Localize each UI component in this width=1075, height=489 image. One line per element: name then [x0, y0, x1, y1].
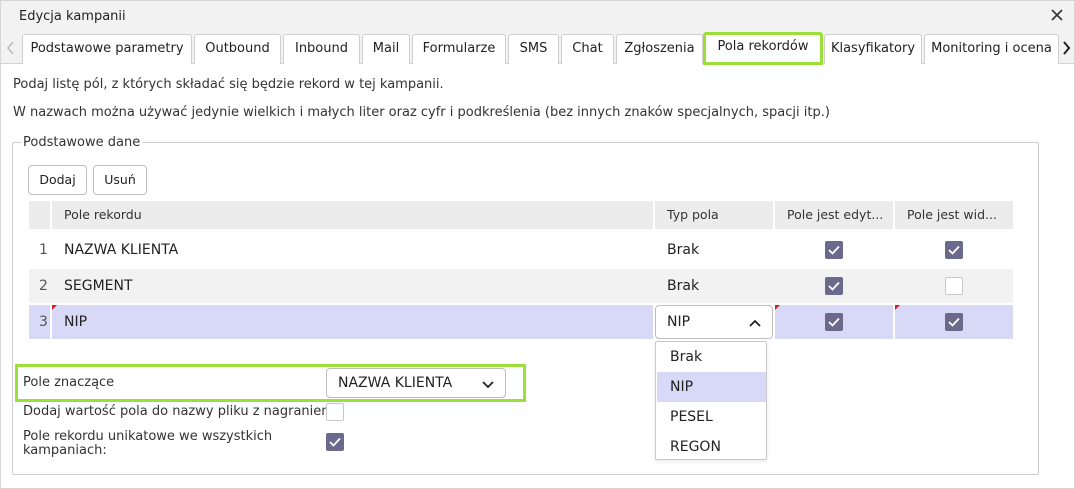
tab-monitoring-i-ocena[interactable]: Monitoring i ocena	[924, 34, 1059, 64]
header-visible[interactable]: Pole jest wid...	[895, 201, 1013, 229]
tab-chat[interactable]: Chat	[561, 34, 614, 64]
unique-field-checkbox[interactable]	[326, 433, 344, 451]
tab-sms[interactable]: SMS	[508, 34, 559, 64]
tab-klasyfikatory[interactable]: Klasyfikatory	[824, 34, 922, 64]
modified-marker-icon	[52, 305, 57, 310]
chevron-up-icon	[749, 319, 761, 327]
tab-mail[interactable]: Mail	[362, 34, 410, 64]
header-field-type[interactable]: Typ pola	[655, 201, 773, 229]
row-field-name[interactable]: NIP	[64, 305, 87, 339]
row-field-name[interactable]: NAZWA KLIENTA	[64, 233, 178, 267]
close-icon[interactable]	[1048, 6, 1066, 24]
row-field-name[interactable]: SEGMENT	[64, 269, 133, 303]
add-button[interactable]: Dodaj	[28, 165, 87, 195]
tab-outbound[interactable]: Outbound	[194, 34, 281, 64]
add-value-label: Dodaj wartość pola do nazwy pliku z nagr…	[23, 404, 339, 419]
editable-checkbox[interactable]	[825, 241, 843, 259]
row-background	[29, 269, 1013, 303]
tab-pola-rekordow[interactable]: Pola rekordów	[703, 32, 823, 65]
header-editable[interactable]: Pole jest edyt...	[775, 201, 893, 229]
significant-field-select[interactable]: NAZWA KLIENTA	[326, 368, 506, 398]
add-value-checkbox[interactable]	[326, 403, 344, 421]
chevron-down-icon	[482, 381, 494, 389]
dialog-title: Edycja kampanii	[19, 9, 126, 24]
modified-marker-icon	[895, 305, 900, 310]
header-record-field[interactable]: Pole rekordu	[52, 201, 653, 229]
dropdown-option-pesel[interactable]: PESEL	[657, 402, 766, 432]
dropdown-option-regon[interactable]: REGON	[657, 432, 766, 462]
modified-marker-icon	[775, 305, 780, 310]
dialog-titlebar: Edycja kampanii	[1, 1, 1074, 33]
visible-checkbox[interactable]	[945, 313, 963, 331]
row-number: 2	[39, 278, 48, 294]
unique-field-label-2: kampaniach:	[23, 443, 107, 458]
field-type-select[interactable]: NIP	[655, 305, 773, 339]
row-number: 3	[39, 314, 48, 330]
row-number: 1	[39, 242, 48, 258]
tab-zgloszenia[interactable]: Zgłoszenia	[616, 34, 703, 64]
remove-button[interactable]: Usuń	[93, 165, 147, 195]
significant-field-value: NAZWA KLIENTA	[338, 375, 453, 391]
chevron-left-icon[interactable]	[4, 37, 18, 59]
significant-field-label: Pole znaczące	[23, 375, 115, 390]
dropdown-option-brak[interactable]: Brak	[657, 342, 766, 372]
header-num	[29, 201, 50, 229]
tab-inbound[interactable]: Inbound	[283, 34, 360, 64]
row-background	[52, 305, 653, 339]
field-type-value: NIP	[667, 314, 691, 330]
row-field-type[interactable]: Brak	[667, 269, 699, 303]
visible-checkbox[interactable]	[945, 277, 963, 295]
intro-text-2: W nazwach można używać jedynie wielkich …	[13, 105, 830, 120]
chevron-right-icon[interactable]	[1059, 37, 1073, 59]
fieldset-legend: Podstawowe dane	[21, 135, 143, 150]
editable-checkbox[interactable]	[825, 313, 843, 331]
row-field-type[interactable]: Brak	[667, 233, 699, 267]
intro-text-1: Podaj listę pól, z których składać się b…	[13, 77, 444, 92]
field-type-dropdown: Brak NIP PESEL REGON	[655, 341, 767, 460]
tab-formularze[interactable]: Formularze	[412, 34, 506, 64]
tab-podstawowe-parametry[interactable]: Podstawowe parametry	[22, 34, 192, 64]
dropdown-option-nip[interactable]: NIP	[657, 372, 766, 402]
unique-field-label-1: Pole rekordu unikatowe we wszystkich	[23, 429, 273, 444]
tab-strip: Podstawowe parametry Outbound Inbound Ma…	[1, 32, 1074, 65]
campaign-edit-dialog: Edycja kampanii Podstawowe parametry Out…	[0, 0, 1075, 489]
visible-checkbox[interactable]	[945, 241, 963, 259]
editable-checkbox[interactable]	[825, 277, 843, 295]
